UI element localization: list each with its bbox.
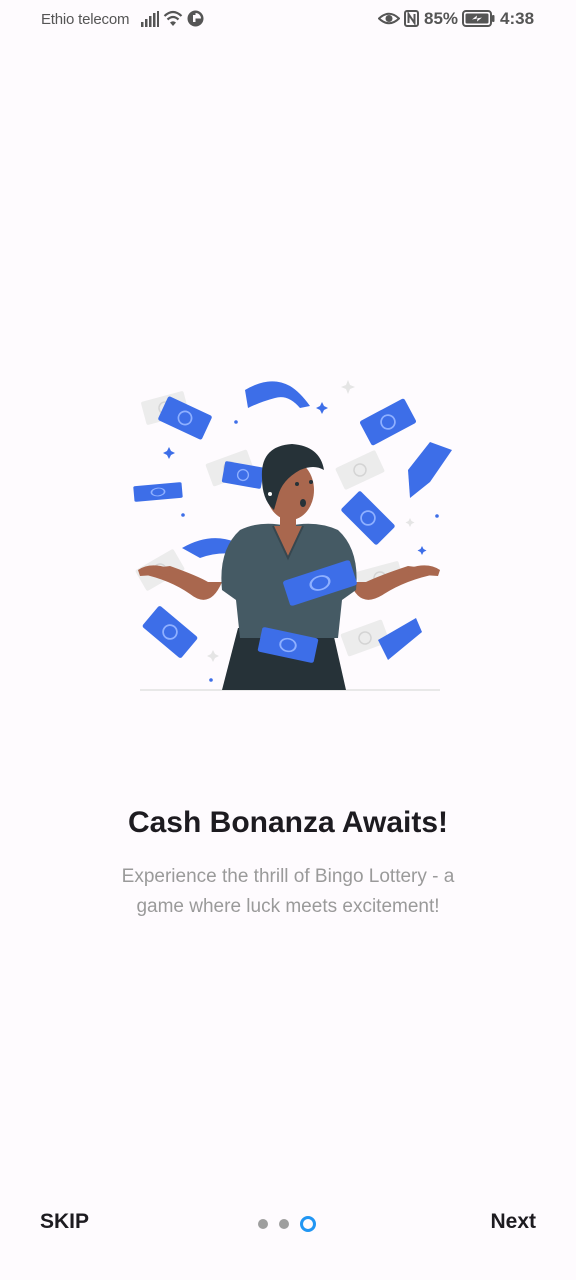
carrier-name: Ethio telecom: [41, 11, 130, 28]
signal-icon: [141, 11, 159, 27]
battery-charging-icon: [462, 10, 495, 27]
next-button[interactable]: Next: [490, 1210, 536, 1234]
eye-comfort-icon: [378, 12, 400, 25]
battery-percent: 85%: [424, 9, 459, 28]
page-indicator: [258, 1215, 316, 1233]
page-dot-2[interactable]: [279, 1219, 289, 1229]
wifi-icon: [163, 10, 183, 26]
nfc-icon: [404, 10, 419, 27]
clock: 4:38: [500, 9, 535, 28]
data-saver-icon: [187, 10, 204, 27]
status-bar: Ethio telecom 85% 4:38: [0, 0, 576, 40]
onboarding-subtitle: Experience the thrill of Bingo Lottery -…: [121, 866, 455, 917]
onboarding-title: Cash Bonanza Awaits!: [127, 806, 449, 839]
page-dot-1[interactable]: [258, 1219, 268, 1229]
skip-button[interactable]: SKIP: [40, 1210, 89, 1234]
page-dot-3-active[interactable]: [300, 1216, 316, 1232]
woman-money-rain-illustration: [132, 380, 452, 691]
